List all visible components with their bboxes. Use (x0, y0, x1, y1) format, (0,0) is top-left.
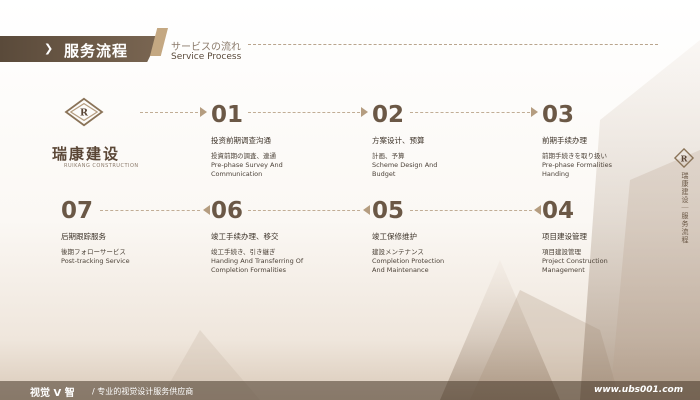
page-title: 服务流程 (64, 42, 129, 60)
step-card: 01 投资前期调查沟通 投資前期の調査、連通 Pre-phase Survey … (211, 104, 331, 179)
step-number: 05 (372, 198, 405, 224)
step-number: 02 (372, 102, 405, 128)
step-description: 建設メンテナンス Completion Protection And Maint… (372, 248, 445, 274)
step-description: 前期手続きを取り扱い Pre-phase Formalities Handing (542, 152, 613, 178)
step-number: 07 (61, 198, 94, 224)
step-title: 竣工保修维护 (372, 232, 417, 241)
svg-text:R: R (681, 154, 688, 164)
company-name-cn: 瑞康建设 (52, 145, 121, 163)
step-description: 竣工手続き、引き継ぎ Handing And Transferring Of C… (211, 248, 304, 274)
footer-brand: 视觉 V 智 (30, 388, 75, 399)
step-card: 03 前期手续办理 前期手続きを取り扱い Pre-phase Formaliti… (542, 104, 662, 179)
step-description: 項目建設管理 Project Construction Management (542, 248, 608, 274)
footer-slogan: / 专业的视觉设计服务供应商 (92, 387, 194, 396)
step-card: 06 竣工手续办理、移交 竣工手続き、引き継ぎ Handing And Tran… (211, 200, 331, 275)
step-title: 前期手续办理 (542, 136, 587, 145)
step-title: 方案设计、预算 (372, 136, 425, 145)
step-number: 06 (211, 198, 244, 224)
step-title: 投资前期调查沟通 (211, 136, 271, 145)
side-logo-icon: R (673, 148, 695, 168)
footer-url-link[interactable]: www.ubs001.com (594, 385, 683, 395)
arrow-left-icon (534, 205, 541, 215)
step-card: 07 后期跟踪服务 後期フォローサービス Post-tracking Servi… (61, 200, 181, 266)
arrow-right-icon (531, 107, 538, 117)
step-description: 投資前期の調査、連通 Pre-phase Survey And Communic… (211, 152, 283, 178)
page-subtitle-jp: サービスの流れ (171, 42, 241, 53)
title-divider (248, 44, 658, 45)
step-title: 后期跟踪服务 (61, 232, 106, 241)
company-name-en: RUIKANG CONSTRUCTION (64, 163, 139, 169)
step-title: 项目建设管理 (542, 232, 587, 241)
page-subtitle-en: Service Process (171, 52, 242, 62)
step-number: 04 (542, 198, 575, 224)
step-card: 05 竣工保修维护 建設メンテナンス Completion Protection… (372, 200, 492, 275)
step-description: 後期フォローサービス Post-tracking Service (61, 248, 130, 265)
arrow-left-icon (363, 205, 370, 215)
step-connector (140, 112, 198, 113)
step-title: 竣工手续办理、移交 (211, 232, 279, 241)
company-logo-icon: R (64, 97, 104, 127)
chevron-right-icon: ❯ (44, 42, 54, 55)
step-number: 03 (542, 102, 575, 128)
arrow-left-icon (203, 205, 210, 215)
step-card: 02 方案设计、预算 計画、予算 Scheme Design And Budge… (372, 104, 492, 179)
step-card: 04 项目建设管理 項目建設管理 Project Construction Ma… (542, 200, 662, 275)
arrow-right-icon (200, 107, 207, 117)
step-description: 計画、予算 Scheme Design And Budget (372, 152, 438, 178)
step-number: 01 (211, 102, 244, 128)
side-vertical-label: 瑞康建设｜服务流程 (681, 172, 689, 244)
arrow-right-icon (361, 107, 368, 117)
svg-text:R: R (80, 108, 89, 119)
